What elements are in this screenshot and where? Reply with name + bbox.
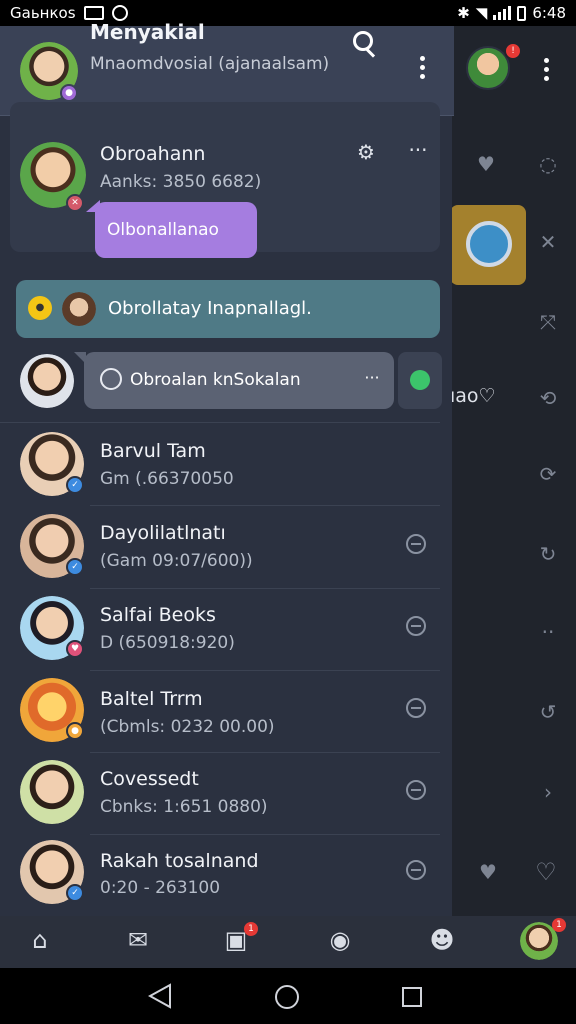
- divider: [0, 422, 440, 423]
- account-badge: 1: [552, 918, 566, 932]
- redo-icon[interactable]: ↻: [534, 542, 562, 566]
- divider: [90, 752, 440, 753]
- contact-name: Covessedt: [100, 768, 199, 790]
- battery-icon: [517, 5, 527, 21]
- verified-badge: ✓: [66, 558, 84, 576]
- featured-subtitle: Aanks: 3850 6682): [100, 172, 262, 192]
- verified-badge: ✓: [66, 476, 84, 494]
- message-more-icon[interactable]: ···: [358, 368, 386, 387]
- contact-subtitle: Cbnks: 1:651 0880): [100, 797, 268, 817]
- chevron-right-icon[interactable]: ›: [534, 780, 562, 804]
- recent-apps-icon[interactable]: [402, 987, 422, 1007]
- loop-icon[interactable]: ⟲: [534, 386, 562, 410]
- status-badge: ♥: [66, 640, 84, 658]
- send-button[interactable]: [398, 352, 442, 409]
- settings-icon[interactable]: ⚙: [352, 140, 380, 164]
- header-name: Menyakial: [90, 20, 205, 44]
- verified-badge: ✓: [66, 884, 84, 902]
- media-thumbnail[interactable]: [450, 205, 526, 285]
- header-subtitle: Mnaomdvosial (ajanaalsam): [90, 54, 330, 74]
- divider: [90, 588, 440, 589]
- contacts-icon[interactable]: ☻: [426, 926, 458, 956]
- contact-subtitle: Gm (.66370050: [100, 469, 234, 489]
- divider: [90, 505, 440, 506]
- contact-subtitle: D (650918:920): [100, 633, 235, 653]
- carrier-label: Gaьнкоs: [10, 4, 76, 22]
- chat-icon[interactable]: ✉: [122, 926, 154, 956]
- shuffle-icon[interactable]: ⤧: [534, 310, 562, 334]
- wifi-icon: ◥: [475, 4, 488, 22]
- like-filled-icon[interactable]: ♥: [474, 860, 502, 884]
- notification-badge: !: [504, 42, 522, 60]
- close-icon[interactable]: ✕: [534, 230, 562, 254]
- mail-icon: [83, 6, 104, 20]
- home-icon[interactable]: ⌂: [24, 926, 56, 956]
- contact-subtitle: 0:20 - 263100: [100, 878, 221, 898]
- divider: [90, 834, 440, 835]
- remove-icon[interactable]: [406, 616, 426, 636]
- featured-more-icon[interactable]: ···: [404, 138, 432, 162]
- status-bar: Gaьнкоs ✱ ◥ 6:48: [0, 0, 576, 26]
- teal-row-avatar[interactable]: [62, 292, 96, 326]
- message-avatar[interactable]: [20, 354, 74, 408]
- header-avatar-badge: ●: [60, 84, 78, 102]
- contact-name: Rakah tosalnand: [100, 850, 259, 872]
- clock-icon: [100, 368, 122, 390]
- remove-icon[interactable]: [406, 860, 426, 880]
- bluetooth-icon: ✱: [457, 4, 470, 22]
- status-dot-icon: ●: [28, 296, 52, 320]
- undo-icon[interactable]: ↺: [534, 700, 562, 724]
- profile-icon[interactable]: ◉: [324, 926, 356, 956]
- home-system-icon[interactable]: [275, 985, 299, 1009]
- more-icon[interactable]: ··: [534, 620, 562, 644]
- highlighted-row-text: Obrollatay Inapnallagl.: [108, 298, 312, 319]
- sync-icon: [111, 5, 128, 21]
- header-menu-icon[interactable]: [418, 56, 426, 79]
- remove-icon[interactable]: [406, 698, 426, 718]
- contact-name: Dayolilatlnatı: [100, 522, 226, 544]
- contact-subtitle: (Gam 09:07/600)): [100, 551, 253, 571]
- contact-subtitle: (Cbmls: 0232 00.00): [100, 717, 275, 737]
- back-icon[interactable]: [148, 983, 172, 1009]
- remove-icon[interactable]: [406, 534, 426, 554]
- status-badge: ●: [66, 722, 84, 740]
- right-panel-text: ıao♡: [450, 385, 496, 407]
- featured-name: Obroahann: [100, 143, 206, 165]
- bubble-text: Olbonallanao: [107, 220, 219, 240]
- send-icon: [410, 370, 430, 390]
- contact-avatar[interactable]: [20, 760, 84, 824]
- heart-icon[interactable]: ♥: [472, 152, 500, 176]
- remove-icon[interactable]: [406, 780, 426, 800]
- contact-name: Salfai Beoks: [100, 604, 216, 626]
- search-icon[interactable]: [350, 28, 380, 58]
- refresh-icon[interactable]: ◌: [534, 152, 562, 176]
- bottom-nav: [0, 916, 576, 968]
- like-outline-icon[interactable]: ♡: [532, 858, 560, 886]
- featured-avatar-badge: ✕: [66, 194, 84, 212]
- message-text: Obroalan knSokalan: [130, 370, 301, 390]
- divider: [90, 670, 440, 671]
- notifications-badge: 1: [244, 922, 258, 936]
- featured-bubble[interactable]: Olbonallanao: [95, 202, 257, 258]
- right-menu-icon[interactable]: [542, 58, 550, 81]
- contact-name: Barvul Tam: [100, 440, 206, 462]
- repeat-icon[interactable]: ⟳: [534, 462, 562, 486]
- signal-icon: [493, 6, 512, 20]
- clock-time: 6:48: [532, 4, 566, 22]
- contact-name: Baltel Trrm: [100, 688, 203, 710]
